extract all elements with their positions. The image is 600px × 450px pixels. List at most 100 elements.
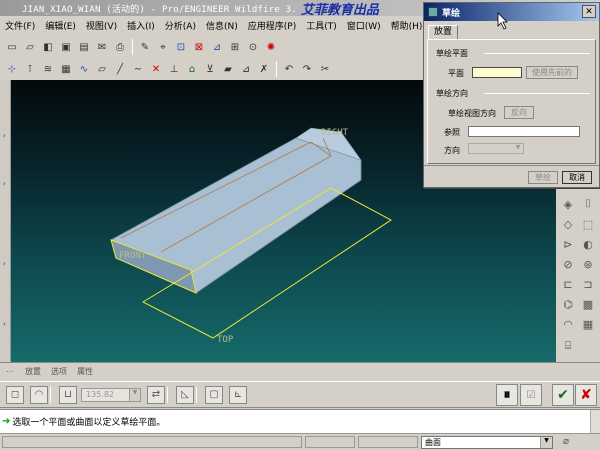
coordinate-system-icon[interactable]: ⊥ (166, 61, 182, 77)
curve-icon[interactable]: ∿ (76, 61, 92, 77)
rib-icon[interactable]: ⬚ (580, 216, 596, 232)
menu-help[interactable]: 帮助(H) (386, 19, 428, 32)
expand-arrow-icon[interactable]: › (3, 180, 6, 188)
menu-analysis[interactable]: 分析(A) (160, 19, 201, 32)
mirror-icon[interactable]: ⊐ (580, 276, 596, 292)
tab-placement[interactable]: 放置 (20, 366, 46, 377)
mail-icon[interactable]: ✉ (94, 39, 110, 55)
chevron-down-icon[interactable]: ▼ (129, 388, 140, 401)
use-previous-button[interactable]: 使用先前的 (526, 66, 578, 79)
depth-option-icon[interactable]: ⊔ (59, 385, 77, 404)
flip-material-icon[interactable]: ⊾ (229, 385, 247, 404)
sketch-curve-icon[interactable]: ╱ (112, 61, 128, 77)
tab-properties[interactable]: 属性 (72, 366, 98, 377)
datum-plane-icon[interactable]: ▱ (94, 61, 110, 77)
analysis-feature-icon[interactable]: ⌂ (184, 61, 200, 77)
repaint-icon[interactable]: ✎ (137, 39, 153, 55)
thicken-sketch-icon[interactable]: ▢ (205, 385, 223, 404)
model-tree-icon[interactable]: ⊺ (22, 61, 38, 77)
flip-button[interactable]: 反向 (504, 106, 534, 119)
hole-icon[interactable]: ◈ (560, 196, 576, 212)
datum-axis-display-icon[interactable]: ✗ (256, 61, 272, 77)
menu-info[interactable]: 信息(N) (201, 19, 243, 32)
new-file-icon[interactable]: ▭ (4, 39, 20, 55)
delete-icon[interactable]: ⊠ (191, 39, 207, 55)
menu-window[interactable]: 窗口(W) (342, 19, 386, 32)
expand-arrow-icon[interactable]: › (3, 320, 6, 328)
datum-point-icon[interactable]: ✕ (148, 61, 164, 77)
chamfer-icon[interactable]: ⊘ (560, 256, 576, 272)
shell-icon[interactable]: ◇ (560, 216, 576, 232)
menu-applications[interactable]: 应用程序(P) (243, 19, 301, 32)
cancel-icon[interactable]: ✘ (575, 384, 597, 406)
cylinder-icon[interactable]: ⌷ (580, 196, 596, 212)
dialog-tabs: 放置 (424, 25, 599, 40)
chevron-down-icon[interactable]: ▼ (513, 144, 523, 153)
message-scrollbar[interactable] (590, 410, 600, 433)
close-icon[interactable]: ✕ (582, 5, 596, 18)
draft-icon[interactable]: ⊳ (560, 236, 576, 252)
datum-toolbar: ⊹ ⊺ ≋ ▦ ∿ ▱ ╱ ∼ ✕ ⊥ ⌂ ⊻ ▰ ⊿ ✗ ↶ ↷ ✂ (4, 59, 424, 79)
save-icon[interactable]: ▣ (58, 39, 74, 55)
pattern-icon[interactable]: ⊏ (560, 276, 576, 292)
merge-icon[interactable]: ▩ (580, 296, 596, 312)
open-folder-icon[interactable]: ▱ (22, 39, 38, 55)
reference-field[interactable] (468, 126, 580, 137)
appearance-icon[interactable]: ✺ (263, 39, 279, 55)
chevron-down-icon[interactable]: ▼ (540, 437, 552, 448)
edit-icon[interactable]: ⊿ (209, 39, 225, 55)
sweep-icon[interactable]: ⊛ (580, 256, 596, 272)
round-icon[interactable]: ◐ (580, 236, 596, 252)
pause-icon[interactable]: ⏸ (496, 384, 518, 406)
menu-tools[interactable]: 工具(T) (301, 19, 342, 32)
sketch-button[interactable]: 草绘 (528, 171, 558, 184)
depth-input[interactable]: 135.82 ▼ (81, 387, 141, 402)
save-copy-icon[interactable]: ▤ (76, 39, 92, 55)
menu-view[interactable]: 视图(V) (81, 19, 122, 32)
dialog-titlebar[interactable]: 草绘 ✕ (424, 3, 599, 21)
sketch-tool-icon[interactable]: ▰ (220, 61, 236, 77)
tab-placement[interactable]: 放置 (428, 25, 458, 40)
open-model-icon[interactable]: ◧ (40, 39, 56, 55)
thicken-icon[interactable]: ▦ (580, 316, 596, 332)
smart-select-icon[interactable]: ⌀ (563, 436, 569, 447)
solid-icon[interactable]: ◻ (6, 385, 24, 404)
redo-icon[interactable]: ↷ (299, 61, 315, 77)
left-sash[interactable]: › › › › (0, 80, 11, 362)
plane-selector[interactable] (472, 67, 522, 78)
undo-icon[interactable]: ↶ (281, 61, 297, 77)
zoom-fit-icon[interactable]: ⊙ (245, 39, 261, 55)
remove-material-icon[interactable]: ◺ (176, 385, 194, 404)
trim-icon[interactable]: ⌬ (560, 296, 576, 312)
offset-icon[interactable]: ◠ (560, 316, 576, 332)
menu-edit[interactable]: 编辑(E) (40, 19, 81, 32)
layers-icon[interactable]: ≋ (40, 61, 56, 77)
sketch-active-icon[interactable]: ⊿ (238, 61, 254, 77)
print-icon[interactable]: ⎙ (112, 39, 128, 55)
spline-icon[interactable]: ∼ (130, 61, 146, 77)
flip-direction-icon[interactable]: ⇄ (147, 385, 165, 404)
status-bar: 曲面 ▼ ⌀ (0, 433, 600, 450)
confirm-icon[interactable]: ✔ (552, 384, 574, 406)
expand-arrow-icon[interactable]: › (3, 260, 6, 268)
menu-insert[interactable]: 插入(I) (122, 19, 160, 32)
selection-filter[interactable]: 曲面 ▼ (421, 436, 553, 449)
direction-select[interactable]: ▼ (468, 143, 524, 154)
datum-axis-icon[interactable]: ⊹ (4, 61, 20, 77)
cut-icon[interactable]: ✂ (317, 61, 333, 77)
saved-views-icon[interactable]: ▦ (58, 61, 74, 77)
solidify-icon[interactable]: ⌸ (560, 338, 576, 354)
expand-arrow-icon[interactable]: › (3, 132, 6, 140)
surface-icon[interactable]: ◠ (30, 385, 48, 404)
tab-options[interactable]: 选项 (46, 366, 72, 377)
sketch-dialog: 草绘 ✕ 放置 草绘平面 平面 使用先前的 草绘方向 草绘视图方向 反向 参照 … (423, 2, 600, 188)
menu-file[interactable]: 文件(F) (0, 19, 40, 32)
spin-center-icon[interactable]: ⌖ (155, 39, 171, 55)
watermark-brand: 艾菲教育出品 (300, 2, 379, 18)
orient-icon[interactable]: ⊡ (173, 39, 189, 55)
reorient-icon[interactable]: ⊞ (227, 39, 243, 55)
preview-icon[interactable]: ☑ (520, 384, 542, 406)
datum-label-front: FRONT (119, 251, 147, 261)
cancel-button[interactable]: 取消 (562, 171, 592, 184)
datum-tag-icon[interactable]: ⊻ (202, 61, 218, 77)
